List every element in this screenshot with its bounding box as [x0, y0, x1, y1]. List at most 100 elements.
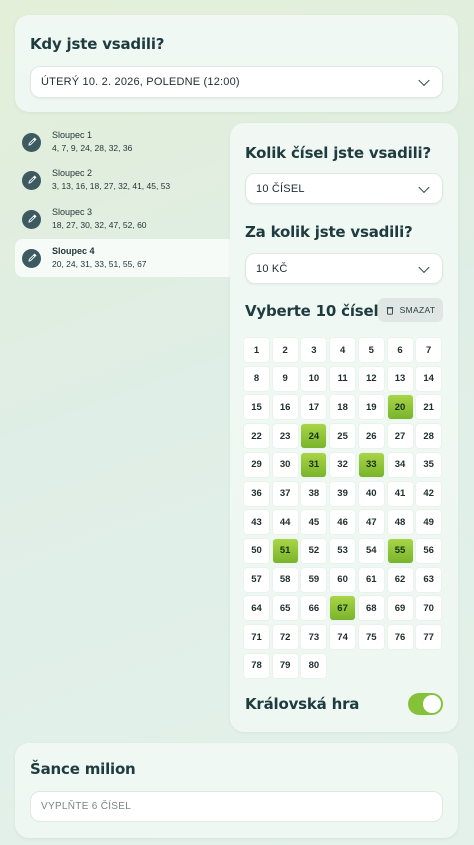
number-cell-38[interactable]: 38 — [301, 481, 327, 506]
number-cell-33[interactable]: 33 — [358, 452, 384, 477]
number-cell-8[interactable]: 8 — [244, 366, 269, 391]
number-cell-48[interactable]: 48 — [387, 510, 413, 535]
number-cell-10[interactable]: 10 — [301, 366, 327, 391]
number-cell-34[interactable]: 34 — [387, 452, 413, 477]
amount-select[interactable]: 10 KČ — [245, 253, 443, 284]
number-cell-23[interactable]: 23 — [272, 424, 298, 449]
draw-time-select[interactable]: ÚTERÝ 10. 2. 2026, POLEDNE (12:00) — [30, 66, 443, 98]
number-cell-74[interactable]: 74 — [330, 625, 356, 649]
number-cell-47[interactable]: 47 — [358, 510, 384, 535]
number-cell-50[interactable]: 50 — [244, 538, 269, 563]
number-cell-14[interactable]: 14 — [416, 366, 442, 391]
number-cell-67[interactable]: 67 — [330, 596, 356, 621]
number-cell-64[interactable]: 64 — [244, 596, 269, 621]
number-cell-20[interactable]: 20 — [387, 395, 413, 420]
number-cell-39[interactable]: 39 — [330, 481, 356, 506]
number-cell-42[interactable]: 42 — [416, 481, 442, 506]
pencil-icon[interactable] — [22, 132, 41, 152]
number-cell-44[interactable]: 44 — [272, 510, 298, 535]
number-cell-18[interactable]: 18 — [330, 395, 356, 420]
number-cell-55[interactable]: 55 — [387, 538, 413, 563]
number-cell-51[interactable]: 51 — [272, 538, 298, 563]
pencil-icon[interactable] — [22, 248, 41, 268]
number-cell-72[interactable]: 72 — [272, 625, 298, 649]
number-cell-77[interactable]: 77 — [416, 625, 442, 649]
number-cell-35[interactable]: 35 — [416, 452, 442, 477]
number-cell-22[interactable]: 22 — [244, 424, 269, 449]
number-cell-53[interactable]: 53 — [330, 538, 356, 563]
number-cell-19[interactable]: 19 — [358, 395, 384, 420]
column-name: Sloupec 1 — [52, 130, 93, 140]
clear-label: SMAZAT — [399, 305, 436, 315]
number-cell-26[interactable]: 26 — [358, 424, 384, 449]
number-cell-3[interactable]: 3 — [301, 338, 327, 362]
number-cell-24[interactable]: 24 — [301, 424, 327, 449]
number-cell-15[interactable]: 15 — [244, 395, 269, 420]
column-item-2[interactable]: Sloupec 2 3, 13, 16, 18, 27, 32, 41, 45,… — [15, 161, 231, 199]
number-cell-66[interactable]: 66 — [301, 596, 327, 621]
number-cell-80[interactable]: 80 — [301, 653, 327, 678]
number-cell-45[interactable]: 45 — [301, 510, 327, 535]
number-cell-43[interactable]: 43 — [244, 510, 269, 535]
number-cell-37[interactable]: 37 — [272, 481, 298, 506]
number-cell-21[interactable]: 21 — [416, 395, 442, 420]
number-cell-1[interactable]: 1 — [244, 338, 269, 362]
number-cell-63[interactable]: 63 — [416, 567, 442, 592]
number-cell-73[interactable]: 73 — [301, 625, 327, 649]
pencil-icon[interactable] — [22, 209, 41, 229]
number-cell-31[interactable]: 31 — [301, 452, 327, 477]
royal-toggle[interactable] — [408, 693, 443, 715]
number-cell-7[interactable]: 7 — [416, 338, 442, 362]
number-cell-61[interactable]: 61 — [358, 567, 384, 592]
number-cell-59[interactable]: 59 — [301, 567, 327, 592]
toggle-knob — [423, 695, 441, 713]
number-cell-54[interactable]: 54 — [358, 538, 384, 563]
number-cell-65[interactable]: 65 — [272, 596, 298, 621]
number-cell-78[interactable]: 78 — [244, 653, 269, 678]
number-cell-56[interactable]: 56 — [416, 538, 442, 563]
number-cell-75[interactable]: 75 — [358, 625, 384, 649]
number-cell-49[interactable]: 49 — [416, 510, 442, 535]
column-item-1[interactable]: Sloupec 1 4, 7, 9, 24, 28, 32, 36 — [15, 123, 231, 161]
number-cell-6[interactable]: 6 — [387, 338, 413, 362]
number-cell-52[interactable]: 52 — [301, 538, 327, 563]
number-cell-25[interactable]: 25 — [330, 424, 356, 449]
number-cell-69[interactable]: 69 — [387, 596, 413, 621]
number-cell-9[interactable]: 9 — [272, 366, 298, 391]
number-cell-32[interactable]: 32 — [330, 452, 356, 477]
number-cell-12[interactable]: 12 — [358, 366, 384, 391]
pencil-icon[interactable] — [22, 170, 41, 190]
number-cell-36[interactable]: 36 — [244, 481, 269, 506]
number-cell-58[interactable]: 58 — [272, 567, 298, 592]
column-item-4[interactable]: Sloupec 4 20, 24, 31, 33, 51, 55, 67 — [15, 239, 231, 277]
number-cell-68[interactable]: 68 — [358, 596, 384, 621]
number-cell-29[interactable]: 29 — [244, 452, 269, 477]
clear-button[interactable]: SMAZAT — [378, 298, 443, 322]
number-cell-17[interactable]: 17 — [301, 395, 327, 420]
number-cell-79[interactable]: 79 — [272, 653, 298, 678]
number-cell-62[interactable]: 62 — [387, 567, 413, 592]
number-cell-28[interactable]: 28 — [416, 424, 442, 449]
number-cell-60[interactable]: 60 — [330, 567, 356, 592]
count-select[interactable]: 10 ČÍSEL — [245, 173, 443, 204]
number-cell-11[interactable]: 11 — [330, 366, 356, 391]
count-value: 10 ČÍSEL — [256, 182, 305, 195]
number-cell-2[interactable]: 2 — [272, 338, 298, 362]
number-cell-5[interactable]: 5 — [358, 338, 384, 362]
number-cell-41[interactable]: 41 — [387, 481, 413, 506]
million-input[interactable]: VYPLŇTE 6 ČÍSEL — [30, 791, 443, 822]
number-cell-4[interactable]: 4 — [330, 338, 356, 362]
number-cell-13[interactable]: 13 — [387, 366, 413, 391]
number-cell-70[interactable]: 70 — [416, 596, 442, 621]
number-cell-40[interactable]: 40 — [358, 481, 384, 506]
number-cell-57[interactable]: 57 — [244, 567, 269, 592]
number-cell-71[interactable]: 71 — [244, 625, 269, 649]
number-cell-16[interactable]: 16 — [272, 395, 298, 420]
royal-label: Královská hra — [245, 695, 360, 713]
number-cell-30[interactable]: 30 — [272, 452, 298, 477]
number-cell-27[interactable]: 27 — [387, 424, 413, 449]
number-cell-76[interactable]: 76 — [387, 625, 413, 649]
column-numbers: 18, 27, 30, 32, 47, 52, 60 — [52, 220, 147, 230]
number-cell-46[interactable]: 46 — [330, 510, 356, 535]
column-item-3[interactable]: Sloupec 3 18, 27, 30, 32, 47, 52, 60 — [15, 200, 231, 238]
